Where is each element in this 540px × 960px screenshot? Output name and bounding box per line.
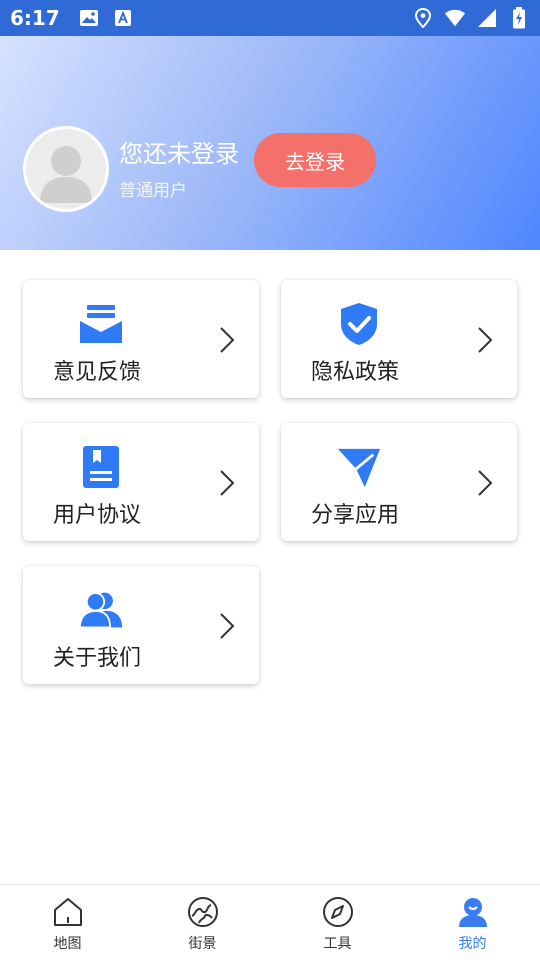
avatar[interactable] <box>23 126 109 212</box>
nav-tab-label: 工具 <box>323 936 352 952</box>
nav-tab-label: 我的 <box>458 936 487 952</box>
menu-item-user-agreement[interactable]: 用户协议 <box>23 423 259 541</box>
home-icon <box>51 895 85 929</box>
battery-icon <box>508 7 530 29</box>
chevron-right-icon <box>217 326 237 354</box>
menu-item-label: 意见反馈 <box>53 360 142 385</box>
status-time: 6:17 <box>10 6 60 30</box>
menu-item-label: 关于我们 <box>53 646 142 671</box>
nav-tab-tools[interactable]: 工具 <box>270 885 405 960</box>
chevron-right-icon <box>217 612 237 640</box>
chevron-right-icon <box>217 469 237 497</box>
bottom-navigation: 地图 街景 工具 我的 <box>0 884 540 960</box>
avatar-placeholder-icon <box>40 146 92 203</box>
menu-item-label: 分享应用 <box>311 503 400 528</box>
signal-icon <box>476 7 498 29</box>
menu-item-about-us[interactable]: 关于我们 <box>23 566 259 684</box>
book-icon <box>79 445 123 489</box>
chevron-right-icon <box>475 326 495 354</box>
login-status-title: 您还未登录 <box>119 140 239 168</box>
compass-icon <box>321 895 355 929</box>
status-bar: 6:17 <box>0 0 540 36</box>
login-button[interactable]: 去登录 <box>254 133 376 187</box>
menu-item-privacy[interactable]: 隐私政策 <box>281 280 517 398</box>
location-icon <box>412 7 434 29</box>
nav-tab-label: 地图 <box>53 936 82 952</box>
menu-item-share-app[interactable]: 分享应用 <box>281 423 517 541</box>
image-icon <box>78 7 100 29</box>
nav-tab-street-view[interactable]: 街景 <box>135 885 270 960</box>
nav-tab-label: 街景 <box>188 936 217 952</box>
send-icon <box>337 445 381 489</box>
font-icon <box>112 7 134 29</box>
menu-item-label: 用户协议 <box>53 503 142 528</box>
user-type-label: 普通用户 <box>119 181 187 201</box>
profile-icon <box>456 895 490 929</box>
shield-icon <box>337 302 381 346</box>
menu-item-label: 隐私政策 <box>311 360 400 385</box>
menu-item-feedback[interactable]: 意见反馈 <box>23 280 259 398</box>
users-icon <box>79 588 123 632</box>
globe-icon <box>186 895 220 929</box>
profile-header: 您还未登录 普通用户 去登录 <box>0 36 540 250</box>
mail-icon <box>79 302 123 346</box>
wifi-icon <box>444 7 466 29</box>
chevron-right-icon <box>475 469 495 497</box>
nav-tab-mine[interactable]: 我的 <box>405 885 540 960</box>
nav-tab-map[interactable]: 地图 <box>0 885 135 960</box>
